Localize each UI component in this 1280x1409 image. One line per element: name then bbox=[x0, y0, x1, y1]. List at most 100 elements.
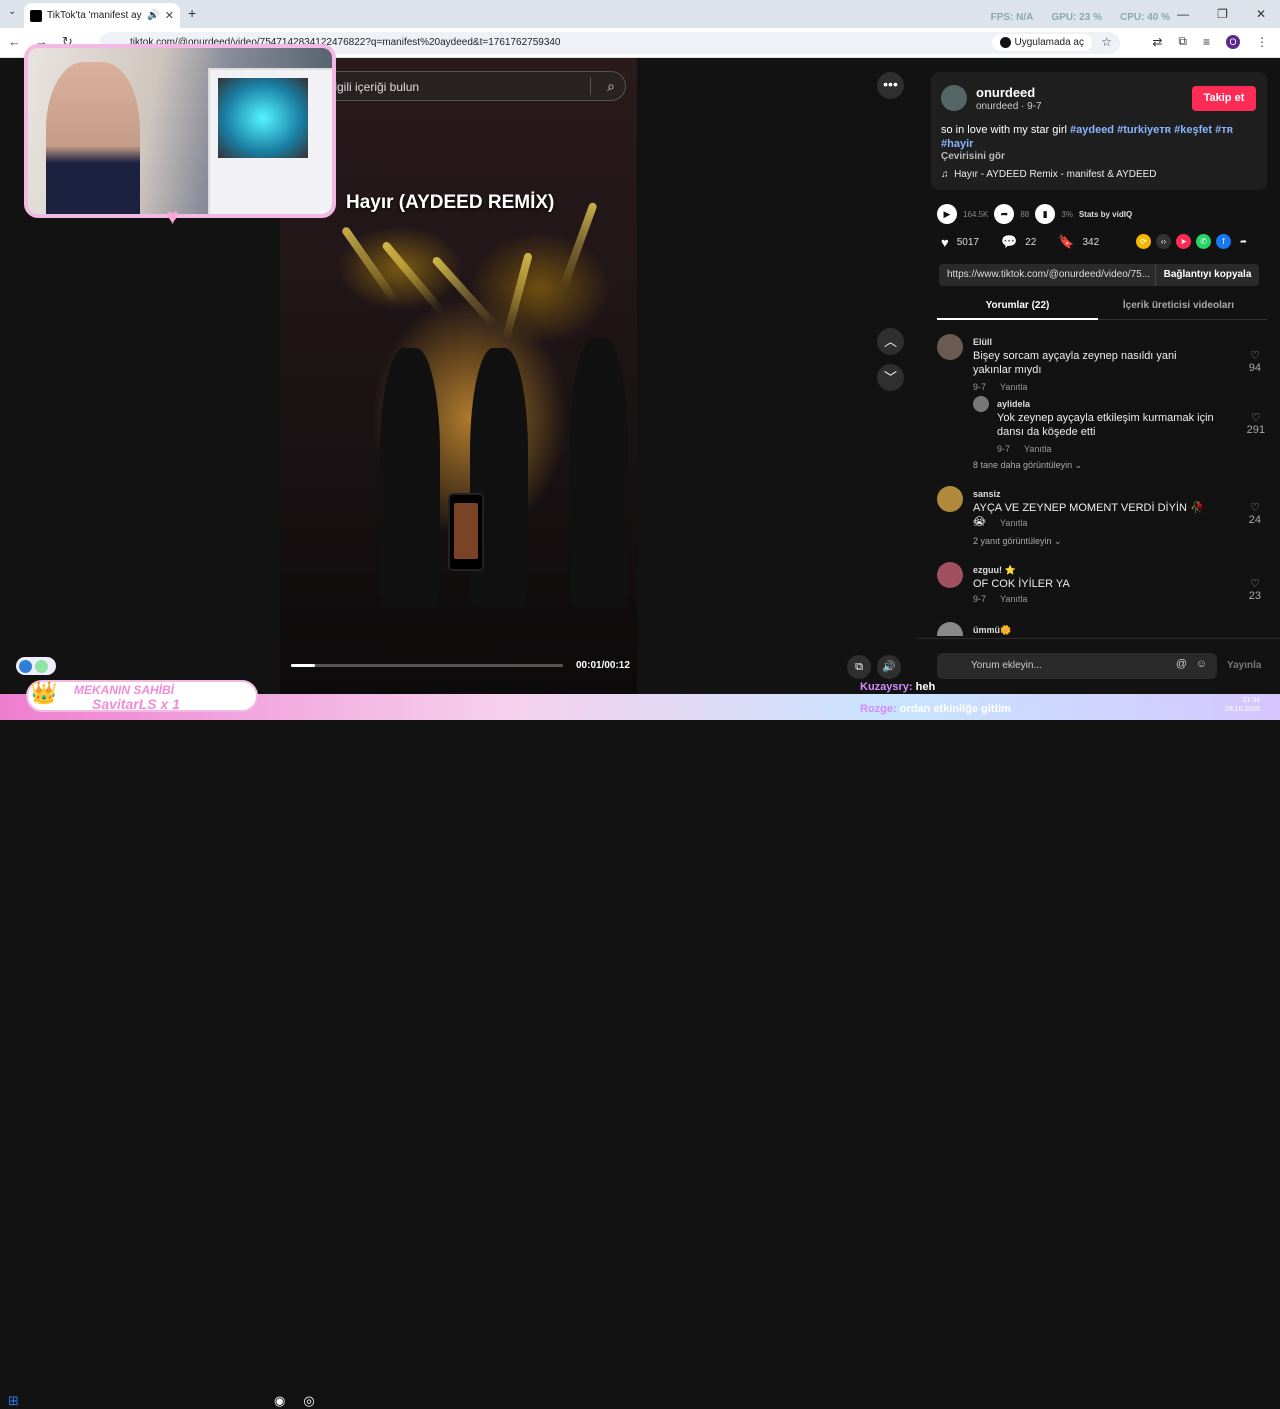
search-placeholder: İlgili içeriği bulun bbox=[331, 80, 420, 94]
send-icon[interactable]: ➤ bbox=[1176, 234, 1191, 249]
close-tab-icon[interactable]: ✕ bbox=[165, 9, 174, 22]
play-icon: ▶ bbox=[937, 204, 957, 224]
hashtag[interactable]: #keşfet bbox=[1174, 124, 1212, 136]
post-comment-button[interactable]: Yayınla bbox=[1227, 660, 1261, 671]
tiktok-app-icon bbox=[999, 37, 1011, 48]
facebook-icon[interactable]: f bbox=[1216, 234, 1231, 249]
reply-link[interactable]: Yanıtla bbox=[1000, 594, 1027, 604]
search-input[interactable]: İlgili içeriği bulun ⌕ bbox=[298, 71, 626, 101]
heart-icon: ♥ bbox=[166, 204, 180, 229]
whatsapp-icon[interactable]: ✆ bbox=[1196, 234, 1211, 249]
hashtag[interactable]: #turkiyeᴛʀ bbox=[1117, 124, 1171, 136]
vidiq-label[interactable]: Stats by vidIQ bbox=[1079, 210, 1132, 219]
new-tab-button[interactable]: + bbox=[188, 5, 196, 21]
commenter-avatar[interactable] bbox=[937, 334, 963, 360]
hashtag[interactable]: #aydeed bbox=[1070, 124, 1114, 136]
system-clock[interactable]: 21:34 29.10.2025 bbox=[1225, 696, 1260, 714]
tab-creator-videos[interactable]: İçerik üreticisi videoları bbox=[1098, 300, 1259, 320]
previous-video-button[interactable]: ︿ bbox=[877, 328, 904, 355]
comment-item: ezguu! ⭐ OF COK İYİLER YA 9-7 Yanıtla ♡ 23 bbox=[937, 562, 1267, 622]
gpu-stat: GPU: 23 % bbox=[1051, 12, 1102, 23]
pip-icon[interactable]: ⧉ bbox=[847, 655, 871, 679]
commenter-avatar[interactable] bbox=[973, 396, 989, 412]
hashtag[interactable]: #ᴛʀ bbox=[1215, 124, 1233, 136]
share-link-box[interactable]: https://www.tiktok.com/@onurdeed/video/7… bbox=[939, 264, 1259, 286]
view-more-replies[interactable]: 2 yanıt görüntüleyin ⌄ bbox=[973, 536, 1062, 547]
audience-phone bbox=[448, 493, 484, 571]
pc-case-figure bbox=[208, 68, 332, 214]
comment-like[interactable]: ♡ 94 bbox=[1249, 349, 1261, 374]
streamer-figure bbox=[46, 62, 140, 214]
tab-comments[interactable]: Yorumlar (22) bbox=[937, 300, 1098, 320]
view-more-replies[interactable]: 8 tane daha görüntüleyin ⌄ bbox=[973, 460, 1082, 471]
back-icon[interactable]: ← bbox=[8, 34, 21, 50]
repost-icon[interactable]: ⟳ bbox=[1136, 234, 1151, 249]
mention-icon[interactable]: @ bbox=[1176, 658, 1187, 670]
embed-icon[interactable]: ‹› bbox=[1156, 234, 1171, 249]
reply-item: aylidela Yok zeynep ayçayla etkileşim ku… bbox=[973, 396, 1267, 456]
reply-link[interactable]: Yanıtla bbox=[1000, 518, 1027, 528]
tab-strip: ⌄ TikTok'ta 'manifest aydeed' 🔊 ✕ + FPS:… bbox=[0, 0, 1280, 28]
bookmark-icon[interactable]: 🔖 bbox=[1058, 234, 1074, 250]
comment-like[interactable]: ♡ 23 bbox=[1249, 577, 1261, 602]
comment-like[interactable]: ♡ 24 bbox=[1249, 501, 1261, 526]
post-caption: so in love with my star girl #aydeed #tu… bbox=[941, 124, 1234, 150]
save-count: 342 bbox=[1082, 236, 1100, 248]
hashtag[interactable]: #hayir bbox=[941, 138, 973, 150]
reading-list-icon[interactable]: ≡ bbox=[1203, 35, 1210, 49]
reply-link[interactable]: Yanıtla bbox=[1000, 382, 1027, 392]
cpu-stat: CPU: 40 % bbox=[1119, 12, 1170, 23]
more-share-icon[interactable]: ➦ bbox=[1236, 234, 1251, 249]
top-supporter-banner: 👑 MEKANIN SAHİBİ SavitarLS x 1 bbox=[26, 680, 258, 712]
share-url: https://www.tiktok.com/@onurdeed/video/7… bbox=[947, 269, 1151, 280]
like-icon[interactable]: ♥ bbox=[941, 235, 949, 250]
author-username[interactable]: onurdeed bbox=[976, 85, 1035, 100]
comment-item: ümmü🌼 bbox=[937, 622, 1267, 636]
reply-link[interactable]: Yanıtla bbox=[1024, 444, 1051, 454]
browser-tab[interactable]: TikTok'ta 'manifest aydeed' 🔊 ✕ bbox=[24, 3, 180, 28]
details-panel: onurdeed onurdeed · 9-7 Takip et so in l… bbox=[917, 58, 1280, 694]
translate-icon[interactable]: ⇄ bbox=[1152, 35, 1162, 49]
windows-start-icon[interactable]: ⊞ bbox=[8, 1393, 19, 1409]
more-options-button[interactable]: ••• bbox=[877, 72, 904, 99]
share-buttons: ⟳ ‹› ➤ ✆ f ➦ bbox=[1136, 234, 1251, 249]
maximize-icon[interactable]: ❐ bbox=[1217, 7, 1228, 21]
mini-widget bbox=[16, 657, 56, 675]
comment-input[interactable]: Yorum ekleyin... @ ☺ bbox=[937, 653, 1217, 679]
window-controls: — ❐ ✕ bbox=[1177, 7, 1266, 21]
music-link[interactable]: ♫ Hayır - AYDEED Remix - manifest & AYDE… bbox=[941, 169, 1157, 180]
copy-link-button[interactable]: Bağlantıyı kopyala bbox=[1155, 264, 1259, 286]
engagement-actions: ♥ 5017 💬 22 🔖 342 bbox=[941, 234, 1099, 250]
commenter-avatar[interactable] bbox=[937, 622, 963, 636]
close-window-icon[interactable]: ✕ bbox=[1256, 7, 1266, 21]
menu-icon[interactable]: ⋮ bbox=[1256, 35, 1268, 49]
minimize-icon[interactable]: — bbox=[1177, 7, 1189, 21]
volume-icon[interactable]: 🔊 bbox=[877, 655, 901, 679]
open-in-app-button[interactable]: Uygulamada aç bbox=[991, 34, 1092, 51]
video-title: Hayır (AYDEED REMİX) bbox=[346, 192, 555, 213]
tiktok-favicon-icon bbox=[30, 9, 42, 22]
video-progress-bar[interactable] bbox=[291, 664, 563, 667]
share-arrow-icon: ➦ bbox=[994, 204, 1015, 224]
comment-list: Elüll Bişey sorcam ayçayla zeynep nasıld… bbox=[937, 334, 1267, 636]
next-video-button[interactable]: ﹀ bbox=[877, 364, 904, 391]
app-icon[interactable]: ◎ bbox=[303, 1393, 314, 1409]
fps-stat: FPS: N/A bbox=[990, 12, 1034, 23]
commenter-avatar[interactable] bbox=[937, 486, 963, 512]
widget-icon bbox=[19, 659, 32, 673]
search-icon[interactable]: ⌕ bbox=[607, 78, 615, 95]
tab-search-icon[interactable]: ⌄ bbox=[8, 6, 16, 17]
commenter-avatar[interactable] bbox=[937, 562, 963, 588]
bookmark-star-icon[interactable]: ☆ bbox=[1101, 35, 1112, 49]
profile-avatar[interactable]: O bbox=[1226, 34, 1240, 49]
audio-icon[interactable]: 🔊 bbox=[147, 10, 159, 21]
comment-icon[interactable]: 💬 bbox=[1001, 234, 1017, 250]
see-translation-link[interactable]: Çevirisini gör bbox=[941, 151, 1005, 162]
author-avatar[interactable] bbox=[941, 85, 967, 111]
emoji-icon[interactable]: ☺ bbox=[1196, 658, 1207, 670]
extensions-icon[interactable]: ⧉ bbox=[1178, 34, 1187, 49]
follow-button[interactable]: Takip et bbox=[1192, 86, 1256, 111]
crown-icon: 👑 bbox=[30, 680, 58, 705]
comment-like[interactable]: ♡ 291 bbox=[1247, 411, 1265, 436]
app-icon[interactable]: ◉ bbox=[274, 1393, 285, 1409]
